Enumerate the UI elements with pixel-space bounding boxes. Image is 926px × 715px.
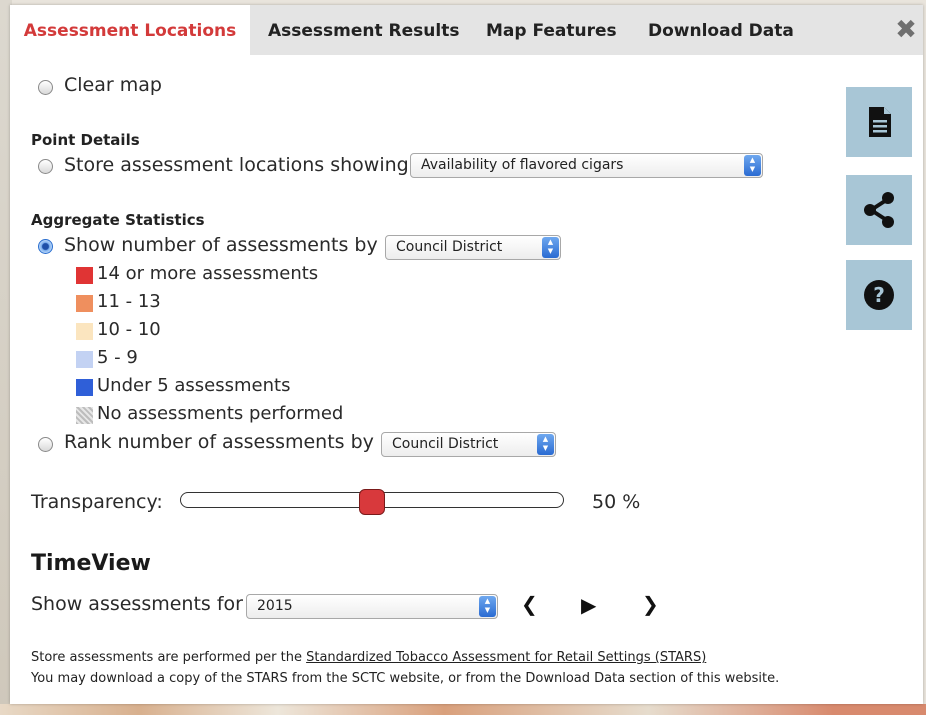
rank-number-select[interactable]: Council District ▲ ▼ bbox=[381, 432, 556, 457]
store-locations-label: Store assessment locations showing bbox=[64, 154, 409, 176]
rank-number-radio[interactable] bbox=[38, 437, 53, 452]
map-background-bottom bbox=[0, 704, 926, 715]
legend-swatch-none bbox=[76, 407, 93, 424]
aggregate-statistics-heading: Aggregate Statistics bbox=[31, 211, 205, 229]
share-icon bbox=[864, 192, 894, 228]
close-x-icon[interactable]: ✖ bbox=[891, 15, 921, 45]
footer-line-2: You may download a copy of the STARS fro… bbox=[31, 671, 780, 686]
show-number-label: Show number of assessments by bbox=[64, 234, 378, 256]
legend-label: 14 or more assessments bbox=[97, 263, 319, 284]
transparency-value: 50 % bbox=[592, 491, 641, 513]
legend-swatch-10-10 bbox=[76, 323, 93, 340]
legend-swatch-under-5 bbox=[76, 379, 93, 396]
stars-link[interactable]: Standardized Tobacco Assessment for Reta… bbox=[306, 650, 706, 665]
point-details-heading: Point Details bbox=[31, 131, 140, 149]
show-number-radio[interactable] bbox=[38, 239, 53, 254]
select-arrows-icon: ▲ ▼ bbox=[542, 237, 559, 258]
help-button[interactable]: ? bbox=[846, 260, 912, 330]
timeview-heading: TimeView bbox=[31, 551, 151, 576]
year-select[interactable]: 2015 ▲ ▼ bbox=[246, 594, 498, 619]
select-arrows-icon: ▲ ▼ bbox=[744, 155, 761, 176]
legend-label: 11 - 13 bbox=[97, 291, 161, 312]
store-locations-radio[interactable] bbox=[38, 159, 53, 174]
play-icon[interactable]: ▶ bbox=[581, 593, 596, 617]
transparency-label: Transparency: bbox=[31, 491, 163, 513]
year-select-value: 2015 bbox=[257, 598, 293, 614]
clear-map-label: Clear map bbox=[64, 74, 162, 96]
previous-chevron-icon[interactable]: ❮ bbox=[521, 592, 538, 616]
legend-label: No assessments performed bbox=[97, 403, 344, 424]
legend-label: 5 - 9 bbox=[97, 347, 138, 368]
rank-number-select-value: Council District bbox=[392, 436, 499, 452]
help-icon: ? bbox=[864, 280, 894, 310]
select-arrows-icon: ▲ ▼ bbox=[479, 596, 496, 617]
legend-label: 10 - 10 bbox=[97, 319, 161, 340]
tab-bar: Assessment Locations Assessment Results … bbox=[10, 5, 923, 55]
svg-text:?: ? bbox=[873, 283, 885, 307]
share-button[interactable] bbox=[846, 175, 912, 245]
assessment-panel: Assessment Locations Assessment Results … bbox=[10, 5, 923, 704]
legend-swatch-11-13 bbox=[76, 295, 93, 312]
show-number-select-value: Council District bbox=[396, 239, 503, 255]
timeview-label: Show assessments for bbox=[31, 593, 243, 615]
tab-download-data[interactable]: Download Data bbox=[648, 5, 794, 55]
document-icon bbox=[869, 107, 891, 137]
legend-swatch-14-plus bbox=[76, 267, 93, 284]
select-arrows-icon: ▲ ▼ bbox=[537, 434, 554, 455]
tab-assessment-results[interactable]: Assessment Results bbox=[268, 5, 459, 55]
rank-number-label: Rank number of assessments by bbox=[64, 431, 374, 453]
point-details-select-value: Availability of flavored cigars bbox=[421, 157, 624, 173]
tab-assessment-locations[interactable]: Assessment Locations bbox=[10, 5, 250, 55]
document-button[interactable] bbox=[846, 87, 912, 157]
footer-line-1: Store assessments are performed per the … bbox=[31, 650, 706, 665]
clear-map-radio[interactable] bbox=[38, 80, 53, 95]
legend-label: Under 5 assessments bbox=[97, 375, 291, 396]
tab-map-features[interactable]: Map Features bbox=[486, 5, 617, 55]
show-number-select[interactable]: Council District ▲ ▼ bbox=[385, 235, 561, 260]
point-details-select[interactable]: Availability of flavored cigars ▲ ▼ bbox=[410, 153, 763, 178]
legend-swatch-5-9 bbox=[76, 351, 93, 368]
transparency-slider-thumb[interactable] bbox=[359, 489, 385, 515]
footer-text: Store assessments are performed per the bbox=[31, 650, 307, 665]
next-chevron-icon[interactable]: ❯ bbox=[642, 592, 659, 616]
